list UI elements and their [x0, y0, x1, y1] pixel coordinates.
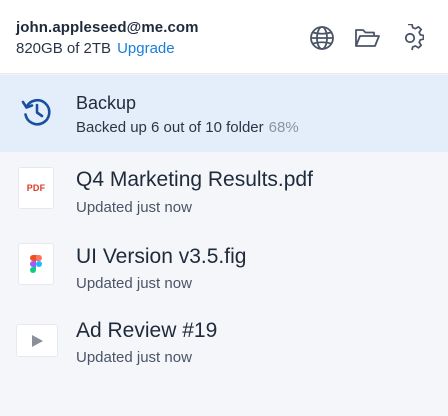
gear-icon[interactable] [396, 24, 424, 52]
history-icon [20, 95, 54, 129]
backup-status-text: Backed up 6 out of 10 folder [76, 119, 264, 136]
account-header: john.appleseed@me.com 820GB of 2TB Upgrad… [0, 0, 448, 74]
backup-status: Backed up 6 out of 10 folder 68% [76, 119, 299, 136]
backup-row[interactable]: Backup Backed up 6 out of 10 folder 68% [0, 75, 448, 152]
play-icon [32, 334, 43, 347]
storage-usage: 820GB of 2TB [16, 40, 112, 57]
file-row-ad-review[interactable]: Ad Review #19 Updated just now [0, 303, 448, 378]
file-status: Updated just now [76, 275, 192, 292]
file-name: Q4 Marketing Results.pdf [76, 168, 313, 191]
file-status: Updated just now [76, 349, 192, 366]
backup-percent: 68% [268, 119, 299, 136]
figma-thumbnail [18, 243, 54, 285]
globe-icon[interactable] [308, 24, 336, 52]
folder-icon[interactable] [353, 24, 381, 52]
storage-summary: 820GB of 2TB Upgrade [16, 40, 175, 57]
file-row-q4-marketing[interactable]: PDF Q4 Marketing Results.pdf Updated jus… [0, 152, 448, 227]
account-email: john.appleseed@me.com [16, 19, 199, 36]
figma-icon [30, 255, 42, 273]
app-window: john.appleseed@me.com 820GB of 2TB Upgrad… [0, 0, 448, 416]
video-thumbnail [16, 324, 58, 357]
file-status: Updated just now [76, 199, 192, 216]
file-name: Ad Review #19 [76, 319, 218, 342]
file-name: UI Version v3.5.fig [76, 245, 247, 268]
backup-title: Backup [76, 93, 137, 113]
upgrade-link[interactable]: Upgrade [117, 40, 175, 57]
pdf-label: PDF [26, 183, 46, 193]
pdf-thumbnail: PDF [18, 167, 54, 209]
file-row-ui-version[interactable]: UI Version v3.5.fig Updated just now [0, 228, 448, 303]
